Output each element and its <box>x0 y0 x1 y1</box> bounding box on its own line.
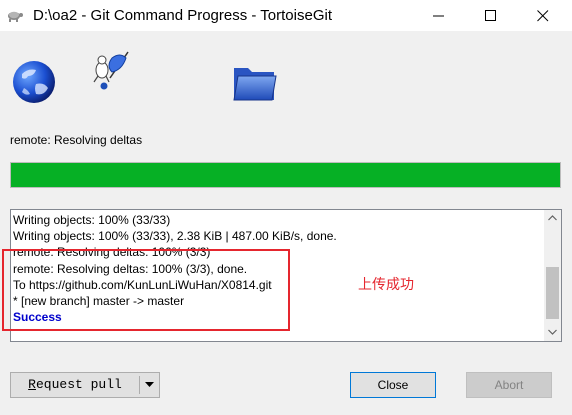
split-divider <box>139 376 140 394</box>
abort-button[interactable]: Abort <box>466 372 552 398</box>
log-line: Writing objects: 100% (33/33), 2.38 KiB … <box>13 229 337 244</box>
scroll-up-button[interactable] <box>544 210 561 227</box>
scroll-down-button[interactable] <box>544 324 561 341</box>
minimize-icon <box>433 15 444 17</box>
request-pull-label: equest pull <box>35 377 122 392</box>
close-icon <box>537 10 549 22</box>
globe-icon <box>13 61 55 103</box>
window-title: D:\oa2 - Git Command Progress - Tortoise… <box>33 7 332 24</box>
status-label: remote: Resolving deltas <box>10 133 143 147</box>
request-pull-button[interactable]: Request pull <box>11 373 139 397</box>
chevron-up-icon <box>548 215 557 221</box>
close-window-button[interactable] <box>520 0 566 31</box>
progress-fill <box>11 163 560 187</box>
tortoise-icon <box>8 11 23 22</box>
close-button[interactable]: Close <box>350 372 436 398</box>
scroll-thumb[interactable] <box>546 267 559 319</box>
title-bar: D:\oa2 - Git Command Progress - Tortoise… <box>0 0 572 31</box>
request-pull-split-button[interactable]: Request pull <box>10 372 160 398</box>
request-pull-dropdown[interactable] <box>142 373 158 397</box>
maximize-button[interactable] <box>468 0 514 31</box>
chevron-down-icon <box>548 329 557 335</box>
annotation-text: 上传成功 <box>358 276 414 292</box>
dropdown-arrow-icon <box>145 382 154 387</box>
folder-icon <box>233 68 277 101</box>
request-pull-accelerator: R <box>28 377 36 392</box>
tortoise-flag-icon <box>93 51 129 90</box>
progress-bar <box>10 162 561 188</box>
maximize-icon <box>485 10 496 21</box>
minimize-button[interactable] <box>416 0 462 31</box>
log-scrollbar[interactable] <box>544 210 561 341</box>
annotation-highlight-box <box>2 249 290 331</box>
log-line: Writing objects: 100% (33/33) <box>13 213 171 227</box>
